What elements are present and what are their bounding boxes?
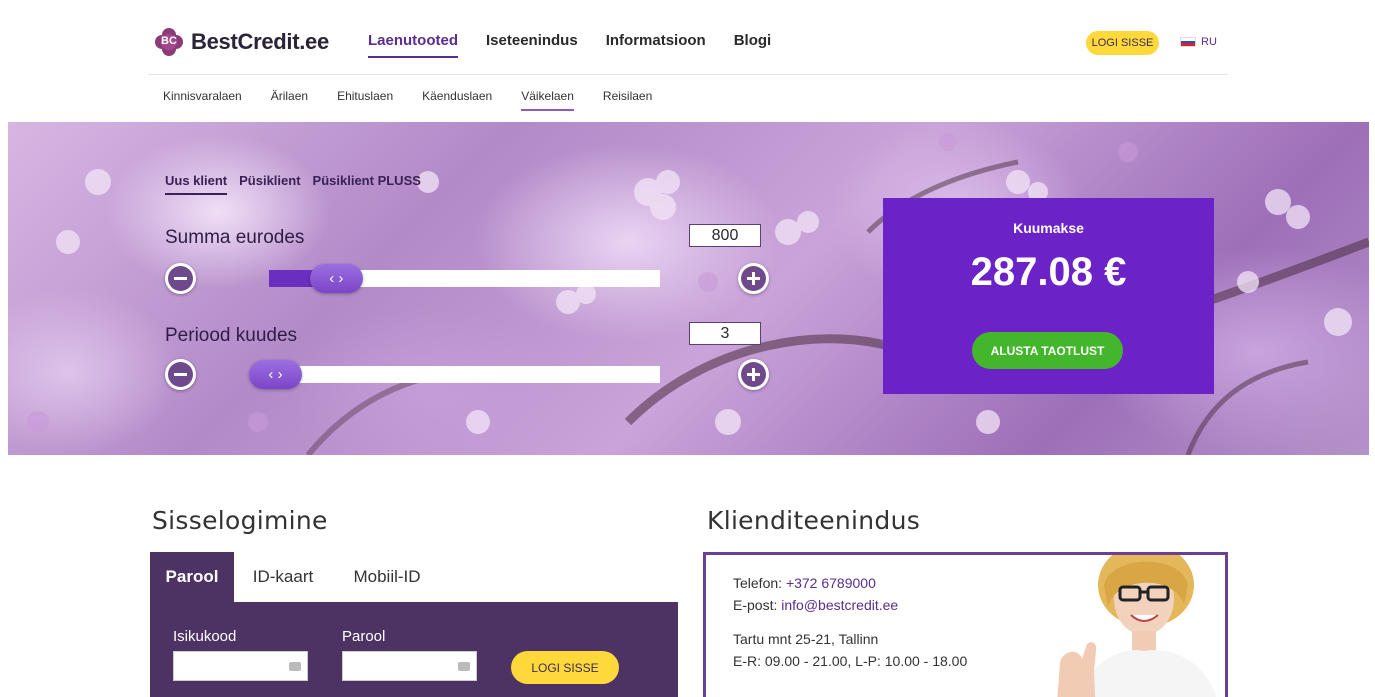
keyboard-icon [458,662,470,671]
amount-decrease-button[interactable] [165,263,196,294]
amount-increase-button[interactable] [738,263,769,294]
keyboard-icon [289,662,301,671]
language-switch[interactable]: RU [1180,36,1217,48]
slider-handle-icon: ‹ › [268,366,283,383]
nav-iseteenindus[interactable]: Iseteenindus [486,32,578,58]
nav-laenutooted[interactable]: Laenutooted [368,32,458,58]
email-line: E-post: info@bestcredit.ee [733,597,898,613]
isikukood-label: Isikukood [173,628,237,645]
address-text: Tartu mnt 25-21, Tallinn [733,631,879,647]
email-link[interactable]: info@bestcredit.ee [781,597,898,613]
login-submit-button[interactable]: LOGI SISSE [511,651,619,684]
opening-hours-text: E-R: 09.00 - 21.00, L-P: 10.00 - 18.00 [733,653,968,669]
plus-icon [741,266,766,291]
subnav-arilaen[interactable]: Ärilaen [271,89,308,111]
isikukood-input[interactable] [173,651,308,681]
support-contact-box: Telefon: +372 6789000 E-post: info@bestc… [703,552,1228,697]
header-divider [148,74,1228,75]
tab-id-kaart[interactable]: ID-kaart [234,552,332,602]
period-increase-button[interactable] [738,359,769,390]
header-login-button[interactable]: LOGI SISSE [1086,31,1159,55]
nav-informatsioon[interactable]: Informatsioon [606,32,706,58]
site-header: BC BestCredit.ee Laenutooted Iseteenindu… [0,0,1375,120]
period-value-input[interactable]: 3 [689,322,761,345]
password-input[interactable] [342,651,477,681]
period-slider-handle[interactable]: ‹ › [249,360,302,389]
main-nav: Laenutooted Iseteenindus Informatsioon B… [368,32,771,58]
slider-handle-icon: ‹ › [329,270,344,287]
plus-icon [741,362,766,387]
phone-link[interactable]: +372 6789000 [786,575,876,591]
monthly-payment-title: Kuumakse [1013,220,1084,236]
logo-flower-icon: BC [155,28,183,56]
tab-pusiklient-pluss[interactable]: Püsiklient PLUSS [313,173,421,195]
subnav-kinnisvaralaen[interactable]: Kinnisvaralaen [163,89,242,111]
tab-parool[interactable]: Parool [150,552,234,602]
period-slider-track[interactable] [269,366,660,383]
tab-mobiil-id[interactable]: Mobiil-ID [332,552,442,602]
apply-button[interactable]: ALUSTA TAOTLUST [972,332,1123,369]
amount-value-input[interactable]: 800 [689,224,761,247]
client-type-tabs: Uus klient Püsiklient Püsiklient PLUSS [165,173,421,195]
monthly-payment-amount: 287.08 € [970,250,1127,294]
amount-slider-handle[interactable]: ‹ › [309,264,363,293]
email-label: E-post: [733,597,782,613]
period-decrease-button[interactable] [165,359,196,390]
subnav-reisilaen[interactable]: Reisilaen [603,89,652,111]
support-section-title: Klienditeenindus [707,506,921,535]
support-agent-photo [1057,555,1217,697]
subnav-kaenduslaen[interactable]: Käenduslaen [422,89,492,111]
minus-icon [168,362,193,387]
language-label: RU [1201,36,1217,48]
phone-line: Telefon: +372 6789000 [733,575,876,591]
password-label: Parool [342,628,386,645]
hero-calculator: Uus klient Püsiklient Püsiklient PLUSS S… [8,122,1369,455]
amount-label: Summa eurodes [165,227,305,248]
sub-nav: Kinnisvaralaen Ärilaen Ehituslaen Käendu… [163,89,652,111]
logo-mark-text: BC [161,35,177,47]
subnav-ehituslaen[interactable]: Ehituslaen [337,89,393,111]
period-label: Periood kuudes [165,325,298,346]
nav-blogi[interactable]: Blogi [734,32,772,58]
login-method-tabs: Parool ID-kaart Mobiil-ID [150,552,678,602]
subnav-vaikelaen[interactable]: Väikelaen [521,89,574,111]
phone-label: Telefon: [733,575,786,591]
logo-text: BestCredit.ee [191,29,329,54]
flag-ru-icon [1180,37,1196,47]
logo[interactable]: BC BestCredit.ee [155,28,329,56]
login-section-title: Sisselogimine [152,506,328,535]
minus-icon [168,266,193,291]
monthly-payment-box: Kuumakse 287.08 € ALUSTA TAOTLUST [883,198,1214,394]
tab-pusiklient[interactable]: Püsiklient [239,173,300,195]
tab-uus-klient[interactable]: Uus klient [165,173,228,195]
